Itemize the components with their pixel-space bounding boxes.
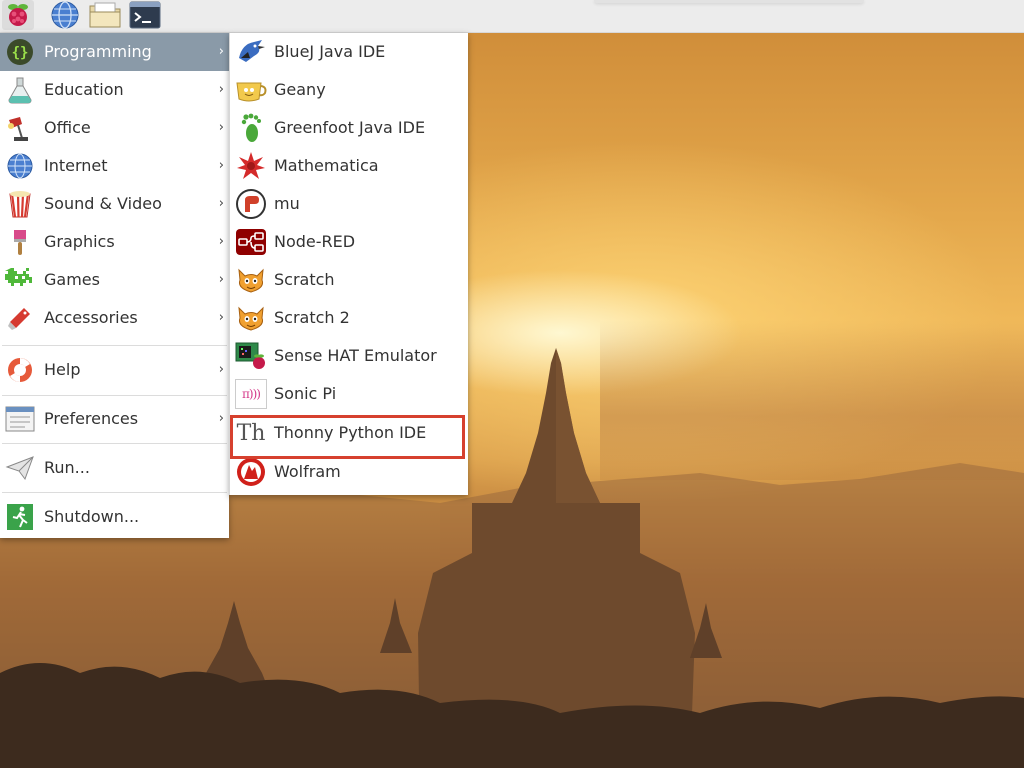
bluej-icon — [235, 37, 267, 67]
submenu-label: Thonny Python IDE — [274, 423, 427, 442]
thonny-glyph: Th — [236, 420, 266, 446]
menu-item-office[interactable]: Office › — [0, 109, 229, 147]
submenu-item-greenfoot[interactable]: Greenfoot Java IDE — [230, 109, 468, 147]
submenu-item-geany[interactable]: Geany — [230, 71, 468, 109]
submenu-item-sonic-pi[interactable]: π))) Sonic Pi — [230, 375, 468, 413]
submenu-label: Scratch 2 — [274, 308, 350, 327]
geany-icon — [235, 75, 267, 105]
wolfram-icon — [235, 457, 267, 487]
menu-label: Internet — [44, 156, 108, 175]
submenu-label: Geany — [274, 80, 326, 99]
menu-separator — [2, 395, 227, 396]
menu-label: Accessories — [44, 308, 138, 327]
help-icon — [5, 356, 35, 384]
menu-label: Education — [44, 80, 124, 99]
chevron-right-icon: › — [218, 362, 224, 377]
menu-item-shutdown[interactable]: Shutdown... — [0, 498, 229, 536]
node-red-icon — [235, 227, 267, 257]
sense-hat-icon — [235, 341, 267, 371]
menu-item-programming[interactable]: {} Programming › — [0, 33, 229, 71]
chevron-right-icon: › — [218, 310, 224, 325]
menu-label: Graphics — [44, 232, 115, 251]
taskbar-window-shadow — [594, 0, 864, 3]
submenu-item-mathematica[interactable]: Mathematica — [230, 147, 468, 185]
submenu-item-bluej[interactable]: BlueJ Java IDE — [230, 33, 468, 71]
submenu-item-sense-hat[interactable]: Sense HAT Emulator — [230, 337, 468, 375]
menu-label: Preferences — [44, 409, 139, 428]
chevron-right-icon: › — [218, 196, 224, 211]
submenu-item-wolfram[interactable]: Wolfram — [230, 453, 468, 491]
submenu-label: Scratch — [274, 270, 335, 289]
chevron-right-icon: › — [218, 411, 224, 426]
menu-item-education[interactable]: Education › — [0, 71, 229, 109]
scratch2-icon — [235, 303, 267, 333]
menu-label: Games — [44, 270, 100, 289]
web-browser-icon[interactable] — [48, 0, 82, 30]
submenu-label: mu — [274, 194, 300, 213]
submenu-item-mu[interactable]: mu — [230, 185, 468, 223]
menu-label: Office — [44, 118, 91, 137]
mathematica-icon — [235, 151, 267, 181]
menu-item-sound-video[interactable]: Sound & Video › — [0, 185, 229, 223]
menu-label: Help — [44, 360, 81, 379]
submenu-label: Mathematica — [274, 156, 379, 175]
terminal-icon[interactable] — [128, 0, 162, 30]
submenu-label: Greenfoot Java IDE — [274, 118, 426, 137]
chevron-right-icon: › — [218, 158, 224, 173]
programming-submenu: BlueJ Java IDE Geany Greenfoot Java IDE … — [229, 33, 468, 495]
chevron-right-icon: › — [218, 120, 224, 135]
menu-separator — [2, 492, 227, 493]
sonic-pi-glyph: π))) — [235, 379, 267, 409]
programming-icon: {} — [5, 38, 35, 66]
menu-item-help[interactable]: Help › — [0, 351, 229, 389]
thonny-icon: Th — [235, 418, 267, 448]
sonic-pi-icon: π))) — [235, 379, 267, 409]
submenu-item-thonny[interactable]: Th Thonny Python IDE — [230, 414, 468, 452]
submenu-label: Node-RED — [274, 232, 356, 251]
office-icon — [5, 114, 35, 142]
application-menu: {} Programming › Education › Office › In… — [0, 33, 229, 538]
menu-item-run[interactable]: Run... — [0, 449, 229, 487]
graphics-icon — [5, 228, 35, 256]
sound-video-icon — [5, 190, 35, 218]
menu-item-internet[interactable]: Internet › — [0, 147, 229, 185]
chevron-right-icon: › — [218, 272, 224, 287]
file-manager-icon[interactable] — [88, 0, 122, 30]
submenu-label: BlueJ Java IDE — [274, 42, 386, 61]
shutdown-icon — [5, 503, 35, 531]
menu-item-games[interactable]: Games › — [0, 261, 229, 299]
education-icon — [5, 76, 35, 104]
submenu-item-scratch-2[interactable]: Scratch 2 — [230, 299, 468, 337]
mu-icon — [235, 189, 267, 219]
accessories-icon — [5, 304, 35, 332]
run-icon — [5, 454, 35, 482]
menu-item-preferences[interactable]: Preferences › — [0, 400, 229, 438]
scratch-icon — [235, 265, 267, 295]
raspberry-menu-icon[interactable] — [1, 0, 35, 30]
submenu-label: Wolfram — [274, 462, 341, 481]
menu-item-accessories[interactable]: Accessories › — [0, 299, 229, 337]
menu-item-graphics[interactable]: Graphics › — [0, 223, 229, 261]
svg-text:{}: {} — [12, 45, 29, 61]
preferences-icon — [5, 405, 35, 433]
menu-separator — [2, 443, 227, 444]
submenu-label: Sonic Pi — [274, 384, 337, 403]
menu-separator — [2, 345, 227, 346]
games-icon — [5, 266, 35, 294]
chevron-right-icon: › — [218, 82, 224, 97]
submenu-item-node-red[interactable]: Node-RED — [230, 223, 468, 261]
chevron-right-icon: › — [218, 44, 224, 59]
chevron-right-icon: › — [218, 234, 224, 249]
taskbar — [0, 0, 1024, 33]
submenu-item-scratch[interactable]: Scratch — [230, 261, 468, 299]
menu-label: Shutdown... — [44, 507, 140, 526]
menu-label: Sound & Video — [44, 194, 162, 213]
menu-label: Programming — [44, 42, 152, 61]
internet-icon — [5, 152, 35, 180]
greenfoot-icon — [235, 113, 267, 143]
submenu-label: Sense HAT Emulator — [274, 346, 437, 365]
menu-label: Run... — [44, 458, 90, 477]
